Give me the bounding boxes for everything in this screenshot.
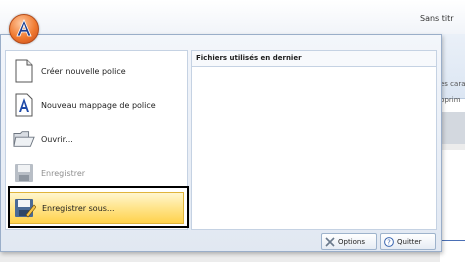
menu-item-label: Enregistrer sous...	[42, 203, 115, 213]
application-button[interactable]	[9, 14, 39, 44]
guide-line	[440, 240, 465, 241]
options-icon	[325, 236, 335, 247]
save-as-icon	[14, 195, 36, 221]
title-bar: Sans titr	[0, 0, 465, 34]
recent-files-pane: Fichiers utilisés en dernier	[191, 50, 437, 230]
menu-item-label: Ouvrir...	[41, 134, 73, 144]
application-menu: Créer nouvelle police Nouveau mappage de…	[0, 34, 442, 252]
menu-item-open[interactable]: Ouvrir...	[9, 123, 184, 155]
options-label: Options	[338, 237, 366, 246]
menu-item-new-font-mapping[interactable]: Nouveau mappage de police	[9, 89, 184, 121]
letter-a-logo-icon	[16, 19, 32, 37]
menu-item-label: Enregistrer	[41, 168, 86, 178]
menu-item-label: Créer nouvelle police	[41, 66, 126, 76]
menu-item-new-font[interactable]: Créer nouvelle police	[9, 55, 184, 87]
menu-item-label: Nouveau mappage de police	[41, 100, 156, 110]
menu-item-save[interactable]: Enregistrer	[9, 157, 184, 189]
save-disk-icon	[13, 160, 35, 186]
new-document-icon	[13, 58, 35, 84]
options-button[interactable]: Options	[321, 233, 377, 250]
recent-files-header: Fichiers utilisés en dernier	[192, 51, 436, 67]
help-icon: ?	[384, 236, 394, 247]
font-mapping-icon	[13, 92, 35, 118]
menu-item-save-as[interactable]: Enregistrer sous...	[9, 192, 184, 224]
ribbon-partial-label: pprim	[440, 96, 461, 104]
menu-commands: Créer nouvelle police Nouveau mappage de…	[5, 50, 188, 230]
quit-button[interactable]: ? Quitter	[380, 233, 436, 250]
canvas	[440, 150, 465, 262]
window-title: Sans titr	[420, 14, 454, 23]
ribbon-partial-label: es cara	[440, 80, 465, 88]
open-folder-icon	[13, 126, 35, 152]
svg-text:?: ?	[387, 238, 391, 246]
quit-label: Quitter	[397, 237, 422, 246]
